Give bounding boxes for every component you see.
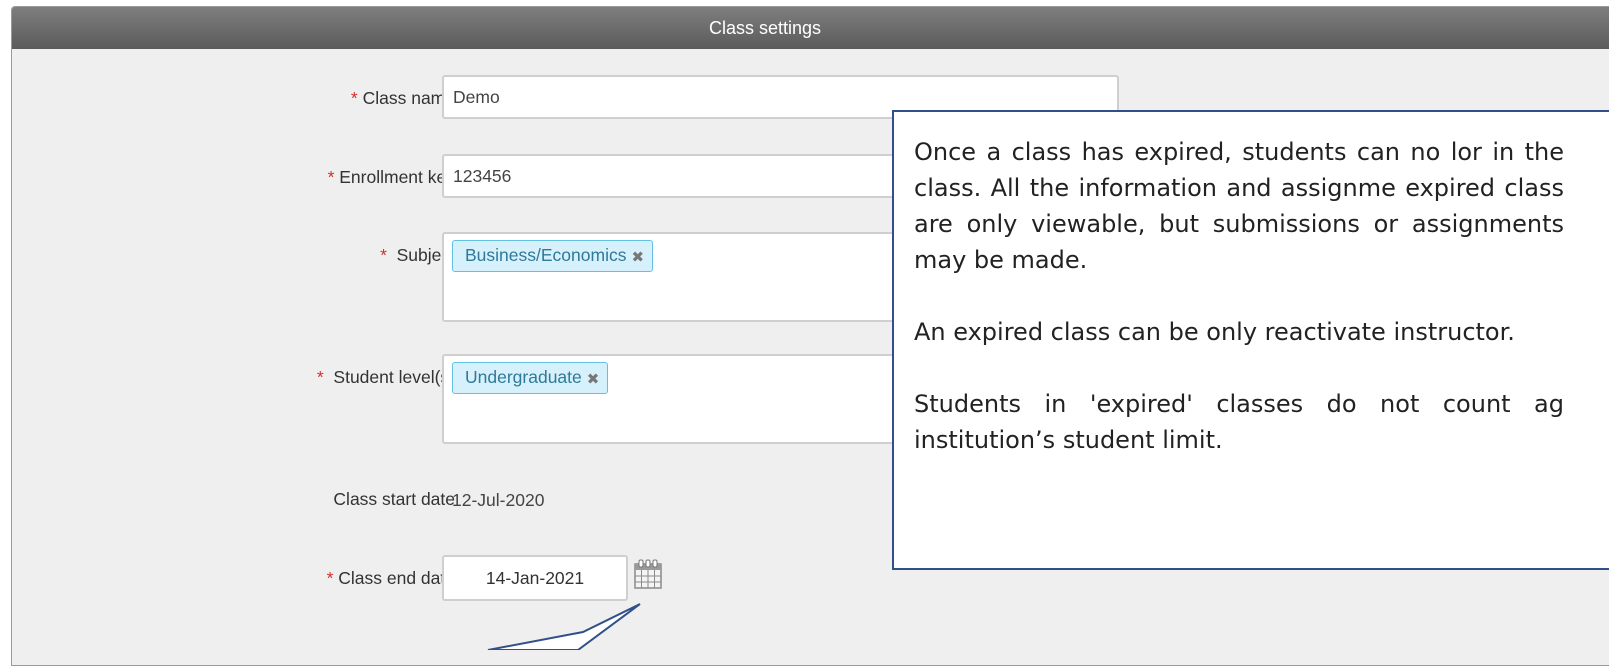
panel-title: Class settings <box>708 18 822 38</box>
start-date-label: Class start date <box>333 489 455 509</box>
calendar-icon[interactable] <box>634 559 662 589</box>
required-marker: * <box>350 88 358 108</box>
panel-header: Class settings <box>12 7 1609 49</box>
required-marker: * <box>327 167 335 187</box>
expired-class-callout: Once a class has expired, students can n… <box>892 110 1609 570</box>
end-date-input[interactable]: 14-Jan-2021 <box>442 555 628 601</box>
student-levels-label: * Student level(s) <box>316 367 455 387</box>
required-marker: * <box>380 245 387 265</box>
callout-paragraph: Students in 'expired' classes do not cou… <box>914 390 1564 454</box>
subject-tag: Business/Economics ✖ <box>452 240 654 272</box>
close-icon[interactable]: ✖ <box>587 371 600 388</box>
callout-paragraph: Once a class has expired, students can n… <box>914 138 1564 274</box>
enrollment-key-label: * Enrollment key <box>327 167 455 187</box>
student-level-tag: Undergraduate ✖ <box>452 362 609 394</box>
callout-paragraph: An expired class can be only reactivate … <box>914 318 1515 346</box>
end-date-label: * Class end date <box>326 568 455 588</box>
class-name-label: * Class name <box>350 88 455 108</box>
close-icon[interactable]: ✖ <box>631 249 644 266</box>
start-date-value: 12-Jul-2020 <box>452 490 545 510</box>
required-marker: * <box>316 367 324 387</box>
required-marker: * <box>326 568 334 588</box>
